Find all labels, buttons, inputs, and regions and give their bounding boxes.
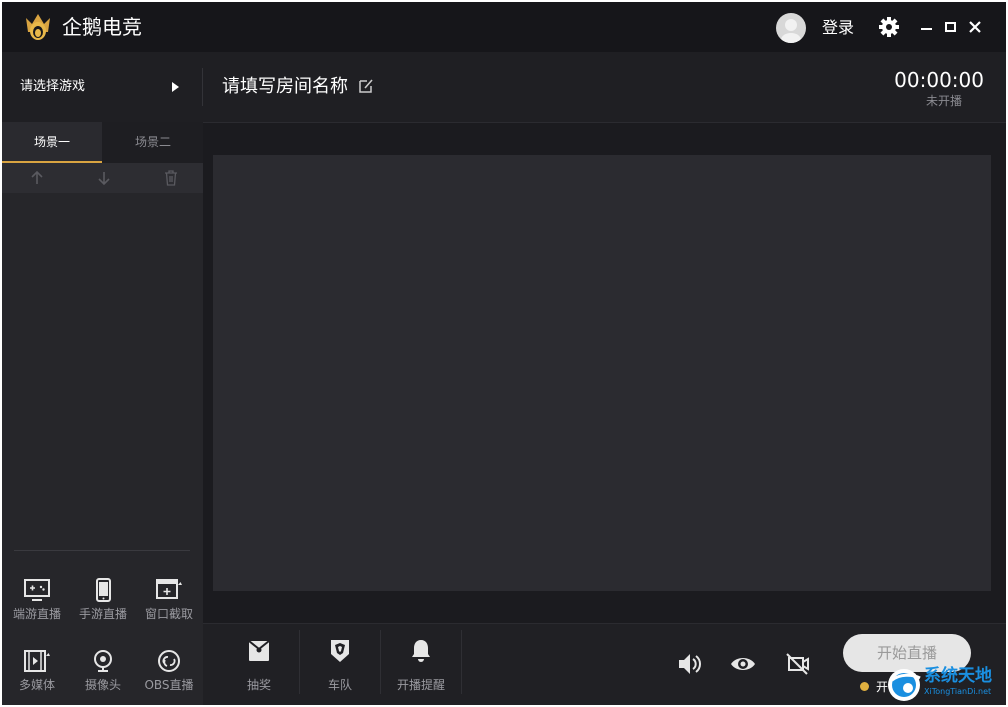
team-label: 车队 <box>327 678 352 692</box>
watermark: 系统天地 XiTongTianDi.net <box>886 664 1008 707</box>
logo-icon <box>26 14 50 40</box>
stream-header: 请选择游戏 请填写房间名称 00:00:00 未开播 <box>2 52 1006 123</box>
mic-off-icon[interactable] <box>783 650 811 678</box>
lottery-label: 抽奖 <box>246 678 271 692</box>
stream-status: 未开播 <box>925 94 962 108</box>
phone-icon <box>96 578 111 602</box>
watermark-subtext: XiTongTianDi.net <box>924 687 992 696</box>
stream-timer: 00:00:00 <box>894 68 984 92</box>
live-reminder-button[interactable]: 开播提醒 <box>381 624 461 705</box>
source-mobile-game-button[interactable]: 手游直播 <box>70 572 136 628</box>
source-media-button[interactable]: 多媒体 <box>4 643 70 699</box>
lottery-button[interactable]: 抽奖 <box>219 624 299 705</box>
source-label: OBS直播 <box>144 678 194 692</box>
game-select-label: 请选择游戏 <box>20 79 86 94</box>
source-label: 摄像头 <box>84 678 121 692</box>
app-window: 企鹅电竞 登录 请选择游戏 请填写房间名称 00:00:00 未开播 场景一 场… <box>2 2 1006 705</box>
watermark-logo-icon <box>888 669 921 701</box>
pc-game-icon <box>24 579 50 601</box>
source-label: 端游直播 <box>12 607 61 621</box>
scene-sidebar: 场景一 场景二 端游直播 手游直播 窗口截取 多媒体 摄像头 OBS直播 <box>2 122 203 705</box>
lottery-icon <box>248 640 270 661</box>
login-link[interactable]: 登录 <box>822 18 854 38</box>
webcam-icon <box>94 650 112 672</box>
trash-icon[interactable] <box>162 169 180 187</box>
bell-icon <box>412 640 430 662</box>
arrow-down-icon[interactable] <box>95 169 113 187</box>
source-label: 窗口截取 <box>144 607 193 621</box>
status-dot <box>860 682 869 691</box>
close-icon[interactable] <box>964 16 986 38</box>
volume-icon[interactable] <box>675 650 703 678</box>
minimize-icon[interactable] <box>916 16 938 38</box>
app-title: 企鹅电竞 <box>62 15 142 39</box>
eye-icon[interactable] <box>729 650 757 678</box>
title-bar: 企鹅电竞 登录 <box>2 2 1006 52</box>
bottombar-divider <box>461 630 462 694</box>
source-webcam-button[interactable]: 摄像头 <box>70 643 136 699</box>
scene-tabs: 场景一 场景二 <box>2 122 203 163</box>
obs-icon <box>158 650 180 672</box>
source-obs-button[interactable]: OBS直播 <box>136 643 202 699</box>
maximize-icon[interactable] <box>940 16 962 38</box>
window-capture-icon <box>156 579 182 599</box>
team-icon <box>331 640 349 662</box>
live-reminder-label: 开播提醒 <box>396 678 445 692</box>
chevron-right-icon <box>172 82 179 92</box>
film-icon <box>24 650 50 672</box>
tab-scene-1[interactable]: 场景一 <box>2 122 102 163</box>
source-label: 多媒体 <box>18 678 55 692</box>
edit-icon[interactable] <box>358 78 374 94</box>
arrow-up-icon[interactable] <box>28 169 46 187</box>
gear-icon[interactable] <box>878 16 900 38</box>
watermark-text: 系统天地 <box>924 666 992 686</box>
room-name-field[interactable]: 请填写房间名称 <box>222 76 348 98</box>
scene-toolbar <box>2 163 203 193</box>
avatar[interactable] <box>776 13 806 43</box>
source-pc-game-button[interactable]: 端游直播 <box>4 572 70 628</box>
source-window-capture-button[interactable]: 窗口截取 <box>136 572 202 628</box>
header-divider <box>202 68 203 106</box>
team-button[interactable]: 车队 <box>300 624 380 705</box>
tab-scene-2[interactable]: 场景二 <box>103 122 203 163</box>
sidebar-divider <box>14 550 190 551</box>
preview-canvas[interactable] <box>213 155 991 591</box>
preview-area <box>203 123 1006 623</box>
game-select[interactable]: 请选择游戏 <box>2 52 202 122</box>
source-label: 手游直播 <box>78 607 127 621</box>
